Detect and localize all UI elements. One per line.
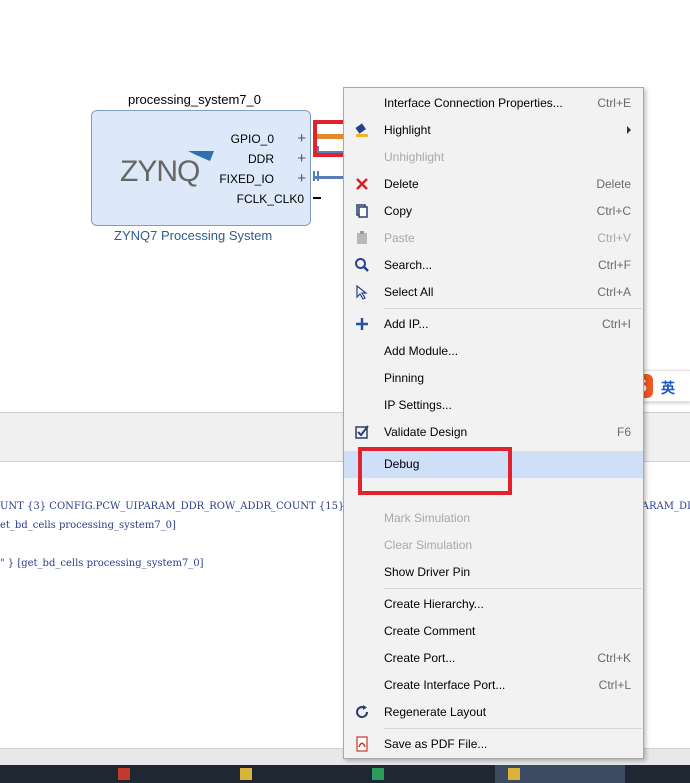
expand-port-icon[interactable]: + [297,151,306,166]
search-icon [354,257,370,273]
menu-separator [384,308,642,309]
app-icon[interactable] [118,768,130,780]
menu-separator [384,588,642,589]
fixed-io-bus-marker [317,171,319,181]
fclk-clk0-pin[interactable] [313,197,321,199]
paste-icon [354,230,370,246]
select-all-icon [354,284,370,300]
folder-icon[interactable] [508,768,520,780]
regenerate-icon [354,704,370,720]
menu-item-add-module[interactable]: Add Module... [344,338,643,365]
menu-item-delete[interactable]: Delete Delete [344,171,643,198]
annotation-box-debug [358,447,512,495]
ip-subtitle: ZYNQ7 Processing System [114,228,273,243]
expand-port-icon[interactable]: + [297,171,306,186]
menu-separator [384,728,642,729]
ime-language: 英 [661,380,675,396]
pdf-icon [354,736,370,752]
port-fixed-io[interactable]: FIXED_IO [219,172,274,186]
menu-item-add-ip[interactable]: Add IP... Ctrl+I [344,311,643,338]
menu-item-create-comment[interactable]: Create Comment [344,618,643,645]
fixed-io-bus-marker [313,171,315,181]
menu-item-paste[interactable]: Paste Ctrl+V [344,225,643,252]
taskbar-item[interactable] [0,765,88,783]
add-icon [354,316,370,332]
menu-item-create-port[interactable]: Create Port... Ctrl+K [344,645,643,672]
console-line-fragment: PARAM_DDR [636,501,690,512]
console-line: " } [get_bd_cells processing_system7_0] [0,558,204,569]
context-menu: Interface Connection Properties... Ctrl+… [343,87,644,759]
validate-icon [354,424,370,440]
expand-port-icon[interactable]: + [297,131,306,146]
menu-item-show-driver-pin[interactable]: Show Driver Pin [344,559,643,586]
menu-item-interface-connection-properties[interactable]: Interface Connection Properties... Ctrl+… [344,90,643,117]
menu-item-mark-simulation[interactable]: Mark Simulation [344,505,643,532]
menu-item-search[interactable]: Search... Ctrl+F [344,252,643,279]
menu-item-save-as-pdf[interactable]: Save as PDF File... [344,731,643,758]
taskbar [0,765,690,783]
menu-item-highlight[interactable]: Highlight [344,117,643,144]
menu-item-ip-settings[interactable]: IP Settings... [344,392,643,419]
copy-icon [354,203,370,219]
port-fclk-clk0[interactable]: FCLK_CLK0 [237,192,304,206]
zynq-logo-icon [188,151,214,161]
console-line: UNT {3} CONFIG.PCW_UIPARAM_DDR_ROW_ADDR_… [0,501,391,512]
menu-item-unhighlight[interactable]: Unhighlight [344,144,643,171]
menu-item-regenerate-layout[interactable]: Regenerate Layout [344,699,643,726]
delete-icon [354,176,370,192]
menu-item-create-interface-port[interactable]: Create Interface Port... Ctrl+L [344,672,643,699]
folder-icon[interactable] [240,768,252,780]
submenu-arrow-icon [627,126,631,134]
menu-item-select-all[interactable]: Select All Ctrl+A [344,279,643,306]
menu-item-validate-design[interactable]: Validate Design F6 [344,419,643,446]
port-ddr[interactable]: DDR [248,152,274,166]
ip-instance-name: processing_system7_0 [128,92,261,107]
console-line: et_bd_cells processing_system7_0] [0,520,176,531]
port-gpio[interactable]: GPIO_0 [231,132,274,146]
menu-item-pinning[interactable]: Pinning [344,365,643,392]
menu-item-copy[interactable]: Copy Ctrl+C [344,198,643,225]
zynq-ip-block[interactable]: ZYNQ GPIO_0 + DDR + FIXED_IO + FCLK_CLK0 [91,110,311,226]
menu-item-create-hierarchy[interactable]: Create Hierarchy... [344,591,643,618]
highlight-icon [354,122,370,138]
menu-item-clear-simulation[interactable]: Clear Simulation [344,532,643,559]
app-icon[interactable] [372,768,384,780]
